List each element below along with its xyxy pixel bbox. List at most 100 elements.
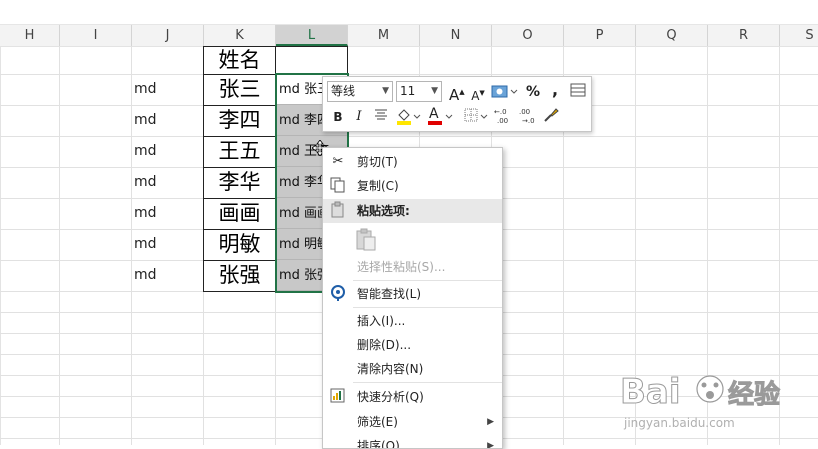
cell-j[interactable]: md: [131, 105, 203, 136]
grow-font-icon: A: [449, 86, 460, 104]
column-header-o[interactable]: O: [492, 25, 564, 46]
cell-k[interactable]: 李华: [203, 167, 276, 199]
menu-item-label: 粘贴选项:: [357, 204, 410, 218]
chevron-down-icon: ▼: [382, 86, 389, 96]
menu-item-label: 删除(D)...: [357, 338, 412, 352]
column-header-row: H I J K L M N O P Q R S: [0, 25, 818, 47]
menu-item-clear-contents[interactable]: 清除内容(N): [323, 357, 502, 381]
smart-lookup-icon: [329, 284, 347, 304]
menu-item-quick-analysis[interactable]: 快速分析(Q): [323, 385, 502, 409]
menu-item-label: 选择性粘贴(S)...: [357, 260, 446, 274]
cell-j[interactable]: md: [131, 136, 203, 167]
decrease-decimal-button[interactable]: .00 →.0: [518, 106, 540, 126]
column-header-p[interactable]: P: [564, 25, 636, 46]
column-header-h[interactable]: H: [0, 25, 60, 46]
currency-format-icon: [491, 85, 518, 98]
copy-icon: [329, 176, 347, 196]
font-size-value: 11: [400, 84, 416, 98]
cell-j[interactable]: md: [131, 229, 203, 260]
chevron-right-icon: ▶: [487, 441, 494, 449]
font-name-dropdown[interactable]: 等线 ▼: [327, 81, 393, 102]
percent-style-button[interactable]: %: [525, 82, 541, 102]
paste-button[interactable]: [323, 225, 502, 255]
cell-k[interactable]: 张强: [203, 260, 276, 292]
quick-analysis-icon: [329, 387, 347, 407]
column-header-i[interactable]: I: [60, 25, 132, 46]
menu-item-label: 复制(C): [357, 179, 399, 193]
font-name-value: 等线: [331, 84, 356, 98]
comma-style-button[interactable]: ,: [549, 80, 561, 100]
cell-j[interactable]: md: [131, 74, 203, 105]
font-color-swatch-icon: [428, 114, 453, 125]
baidu-logo-icon: Bai 经验 jingyan.baidu.com: [620, 372, 781, 431]
cell-j[interactable]: md: [131, 167, 203, 198]
format-painter-button[interactable]: [541, 106, 561, 126]
font-size-dropdown[interactable]: 11 ▼: [396, 81, 442, 102]
menu-item-label: 插入(I)...: [357, 314, 406, 328]
clipboard-icon: [329, 201, 347, 221]
format-table-button[interactable]: [569, 82, 587, 102]
menu-item-cut[interactable]: ✂ 剪切(T): [323, 150, 502, 174]
menu-item-delete[interactable]: 删除(D)...: [323, 333, 502, 357]
formula-bar-strip: [0, 0, 818, 25]
column-header-l[interactable]: L: [276, 25, 348, 46]
scissors-icon: ✂: [332, 154, 344, 169]
menu-item-sort[interactable]: 排序(O) ▶: [323, 434, 502, 449]
paintbrush-icon: [544, 108, 559, 122]
column-header-s[interactable]: S: [780, 25, 818, 46]
cell-k[interactable]: 张三: [203, 74, 276, 106]
watermark-url: jingyan.baidu.com: [623, 416, 735, 430]
menu-item-filter[interactable]: 筛选(E) ▶: [323, 410, 502, 434]
column-header-q[interactable]: Q: [636, 25, 708, 46]
column-header-j[interactable]: J: [132, 25, 204, 46]
decrease-decimal-icon: .00→.0: [519, 108, 535, 125]
chevron-down-icon: ▼: [431, 86, 438, 96]
cell-header-l[interactable]: [275, 46, 348, 75]
menu-item-label: 清除内容(N): [357, 362, 424, 376]
cell-j[interactable]: md: [131, 198, 203, 229]
grow-font-button[interactable]: A▲: [449, 82, 465, 104]
accounting-format-button[interactable]: [490, 82, 518, 102]
svg-text:→.0: →.0: [522, 117, 535, 125]
watermark-brand: Bai: [620, 372, 681, 412]
svg-text:.00: .00: [497, 117, 508, 125]
menu-item-copy[interactable]: 复制(C): [323, 174, 502, 198]
cell-k[interactable]: 李四: [203, 105, 276, 137]
shrink-font-button[interactable]: A▼: [471, 83, 485, 103]
menu-item-label: 智能查找(L): [357, 287, 422, 301]
cell-j[interactable]: md: [131, 260, 203, 291]
column-header-k[interactable]: K: [204, 25, 276, 46]
svg-text:←.0: ←.0: [494, 108, 507, 116]
svg-text:.00: .00: [519, 108, 530, 116]
menu-item-smart-lookup[interactable]: 智能查找(L): [323, 282, 502, 306]
bold-button[interactable]: B: [331, 107, 345, 127]
borders-icon: [464, 108, 488, 122]
menu-header-paste-options: 粘贴选项:: [323, 199, 502, 223]
chevron-right-icon: ▶: [487, 417, 494, 427]
align-center-icon: [375, 109, 387, 120]
fill-color-button[interactable]: [395, 106, 421, 126]
menu-item-paste-special[interactable]: 选择性粘贴(S)...: [323, 255, 502, 279]
baidu-jingyan-watermark: Bai 经验 jingyan.baidu.com: [618, 365, 818, 440]
cell-header-name[interactable]: 姓名: [203, 46, 276, 75]
cell-k[interactable]: 画画: [203, 198, 276, 230]
cell-k[interactable]: 王五: [203, 136, 276, 168]
table-format-icon: [570, 83, 586, 97]
increase-decimal-button[interactable]: ←.0.00: [493, 106, 515, 126]
menu-item-insert[interactable]: 插入(I)...: [323, 309, 502, 333]
column-header-n[interactable]: N: [420, 25, 492, 46]
cell-k[interactable]: 明敏: [203, 229, 276, 261]
watermark-brand-2: 经验: [728, 379, 780, 410]
column-header-r[interactable]: R: [708, 25, 780, 46]
center-align-button[interactable]: [373, 107, 389, 127]
borders-button[interactable]: [463, 106, 489, 126]
paint-bucket-icon: [397, 109, 421, 125]
menu-item-label: 排序(O): [357, 439, 400, 449]
menu-item-label: 剪切(T): [357, 155, 398, 169]
column-header-m[interactable]: M: [348, 25, 420, 46]
menu-item-label: 快速分析(Q): [357, 390, 424, 404]
increase-decimal-icon: ←.0.00: [494, 108, 508, 125]
mini-toolbar: 等线 ▼ 11 ▼ A▲ A▼ % , B I A ←.0.00 .00 →.0: [322, 76, 592, 132]
font-color-button[interactable]: A: [427, 106, 453, 126]
italic-button[interactable]: I: [352, 107, 366, 127]
